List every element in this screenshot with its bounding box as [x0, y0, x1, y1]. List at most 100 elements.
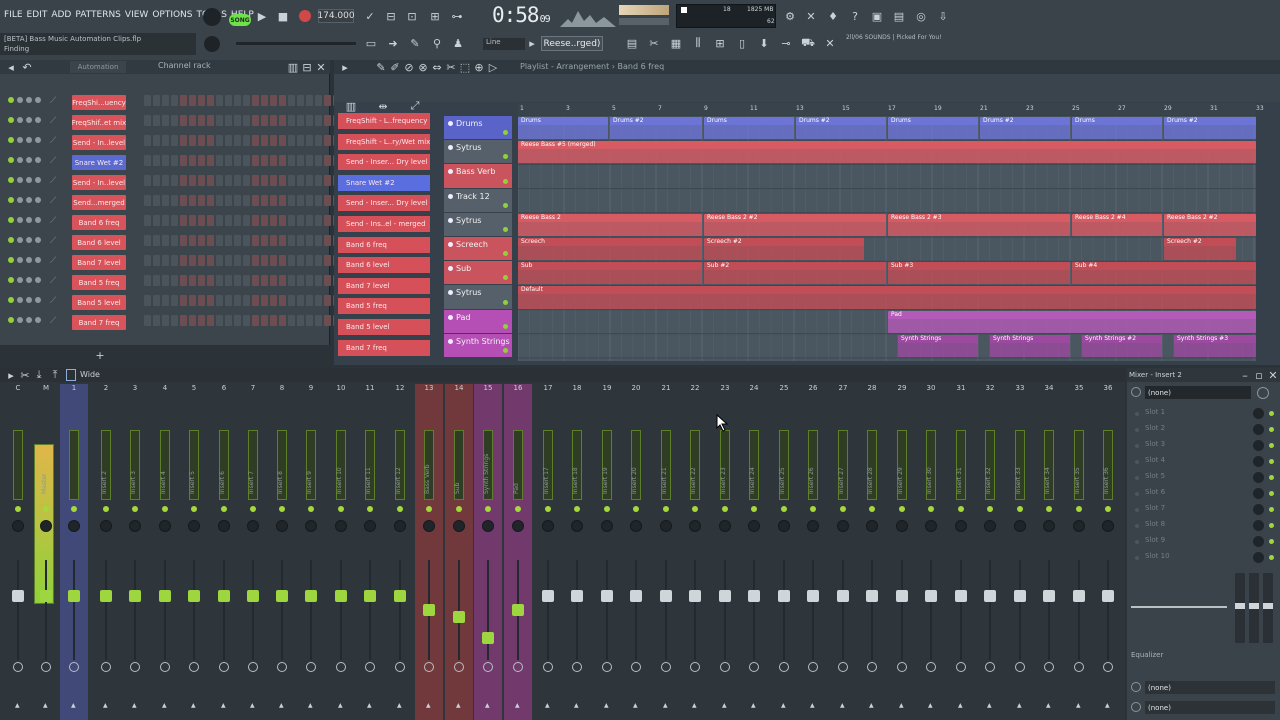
- effect-slot[interactable]: Slot 2: [1135, 424, 1280, 438]
- mixer-strip[interactable]: 15 Synth Strings ▲: [474, 384, 502, 720]
- playback-tool-icon[interactable]: ▷: [488, 61, 498, 74]
- step-button[interactable]: [153, 315, 160, 326]
- step-button[interactable]: [243, 235, 250, 246]
- effect-slot[interactable]: Slot 4: [1135, 456, 1280, 470]
- graph-edit-icon[interactable]: ⟋: [50, 156, 56, 166]
- track-header[interactable]: Pad: [444, 309, 512, 333]
- mixer-strip[interactable]: 35 Insert 35 ▲: [1065, 384, 1093, 720]
- strip-enable-led[interactable]: [1105, 506, 1111, 512]
- step-button[interactable]: [324, 95, 331, 106]
- slot-mix-knob[interactable]: [1253, 536, 1264, 547]
- step-button[interactable]: [270, 155, 277, 166]
- volume-fader[interactable]: [925, 590, 937, 602]
- step-button[interactable]: [189, 155, 196, 166]
- mixer-strip[interactable]: 3 Insert 3 ▲: [121, 384, 149, 720]
- step-button[interactable]: [243, 115, 250, 126]
- step-button[interactable]: [153, 95, 160, 106]
- step-button[interactable]: [306, 135, 313, 146]
- volume-fader[interactable]: [453, 611, 465, 623]
- step-button[interactable]: [162, 135, 169, 146]
- graph-edit-icon[interactable]: ⟋: [50, 236, 56, 246]
- channel-solo-led[interactable]: [26, 257, 32, 263]
- picker-item[interactable]: FreqShift - L..ry/Wet mix: [338, 133, 430, 150]
- step-button[interactable]: [306, 195, 313, 206]
- channel-name-button[interactable]: Band 5 freq: [72, 275, 126, 290]
- step-button[interactable]: [180, 275, 187, 286]
- strip-enable-led[interactable]: [869, 506, 875, 512]
- pan-knob[interactable]: [335, 520, 347, 532]
- channel-edit-led[interactable]: [35, 197, 41, 203]
- cart-icon[interactable]: ⛟: [801, 36, 815, 50]
- slot-mix-knob[interactable]: [1253, 472, 1264, 483]
- slot-enable-led[interactable]: [1269, 475, 1274, 480]
- project-icon[interactable]: ▯: [735, 36, 749, 50]
- stamp-icon[interactable]: ♟: [451, 36, 465, 50]
- step-button[interactable]: [279, 95, 286, 106]
- send-arrow-icon[interactable]: ▲: [367, 702, 372, 709]
- send-arrow-icon[interactable]: ▲: [604, 702, 609, 709]
- position-slider[interactable]: [236, 42, 356, 45]
- volume-fader[interactable]: [866, 590, 878, 602]
- step-button[interactable]: [234, 195, 241, 206]
- step-button[interactable]: [153, 175, 160, 186]
- channel-green-led[interactable]: [8, 297, 14, 303]
- step-button[interactable]: [315, 295, 322, 306]
- playlist-clip[interactable]: Drums #2: [796, 117, 886, 140]
- step-button[interactable]: [297, 95, 304, 106]
- volume-fader[interactable]: [218, 590, 230, 602]
- step-button[interactable]: [207, 175, 214, 186]
- strip-enable-led[interactable]: [71, 506, 77, 512]
- step-button[interactable]: [180, 215, 187, 226]
- step-button[interactable]: [144, 295, 151, 306]
- strip-enable-led[interactable]: [103, 506, 109, 512]
- step-button[interactable]: [324, 255, 331, 266]
- strip-enable-led[interactable]: [840, 506, 846, 512]
- route-button[interactable]: [483, 662, 493, 672]
- volume-fader[interactable]: [276, 590, 288, 602]
- graph-edit-icon[interactable]: ⟋: [50, 116, 56, 126]
- mixer-strip[interactable]: 25 Insert 25 ▲: [770, 384, 798, 720]
- playlist-clip[interactable]: Screech #2: [1164, 238, 1236, 261]
- route-button[interactable]: [336, 662, 346, 672]
- route-button[interactable]: [395, 662, 405, 672]
- arrow-icon[interactable]: ➜: [386, 36, 400, 50]
- volume-fader[interactable]: [689, 590, 701, 602]
- pattern-song-knob[interactable]: [203, 8, 221, 26]
- step-button[interactable]: [207, 215, 214, 226]
- step-button[interactable]: [297, 315, 304, 326]
- strip-enable-led[interactable]: [162, 506, 168, 512]
- channel-solo-led[interactable]: [26, 137, 32, 143]
- track-active-led[interactable]: [503, 178, 508, 184]
- step-button[interactable]: [252, 295, 259, 306]
- slot-enable-led[interactable]: [1269, 555, 1274, 560]
- mixer-strip[interactable]: C ▲: [4, 384, 32, 720]
- step-button[interactable]: [144, 135, 151, 146]
- step-button[interactable]: [162, 275, 169, 286]
- step-button[interactable]: [324, 295, 331, 306]
- strip-enable-led[interactable]: [397, 506, 403, 512]
- step-button[interactable]: [279, 295, 286, 306]
- step-button[interactable]: [171, 275, 178, 286]
- step-button[interactable]: [324, 315, 331, 326]
- send-arrow-icon[interactable]: ▲: [279, 702, 284, 709]
- step-button[interactable]: [171, 115, 178, 126]
- step-button[interactable]: [225, 155, 232, 166]
- loop-record-icon[interactable]: ⊞: [427, 9, 443, 23]
- send-arrow-icon[interactable]: ▲: [899, 702, 904, 709]
- step-button[interactable]: [198, 95, 205, 106]
- step-button[interactable]: [180, 195, 187, 206]
- playlist-clip[interactable]: Sub #3: [888, 262, 1070, 285]
- step-button[interactable]: [243, 215, 250, 226]
- playlist-clip[interactable]: Default: [518, 286, 1256, 309]
- mixer-tool-icon[interactable]: ✂: [20, 369, 30, 382]
- channel-mute-led[interactable]: [17, 317, 23, 323]
- channel-mute-led[interactable]: [17, 237, 23, 243]
- send-arrow-icon[interactable]: ▲: [781, 702, 786, 709]
- step-button[interactable]: [252, 255, 259, 266]
- track-active-led[interactable]: [503, 251, 508, 257]
- cpu-gear-icon[interactable]: ⚙: [783, 9, 797, 23]
- pan-knob[interactable]: [276, 520, 288, 532]
- volume-fader[interactable]: [542, 590, 554, 602]
- snap-select[interactable]: Line: [483, 38, 525, 50]
- step-button[interactable]: [243, 95, 250, 106]
